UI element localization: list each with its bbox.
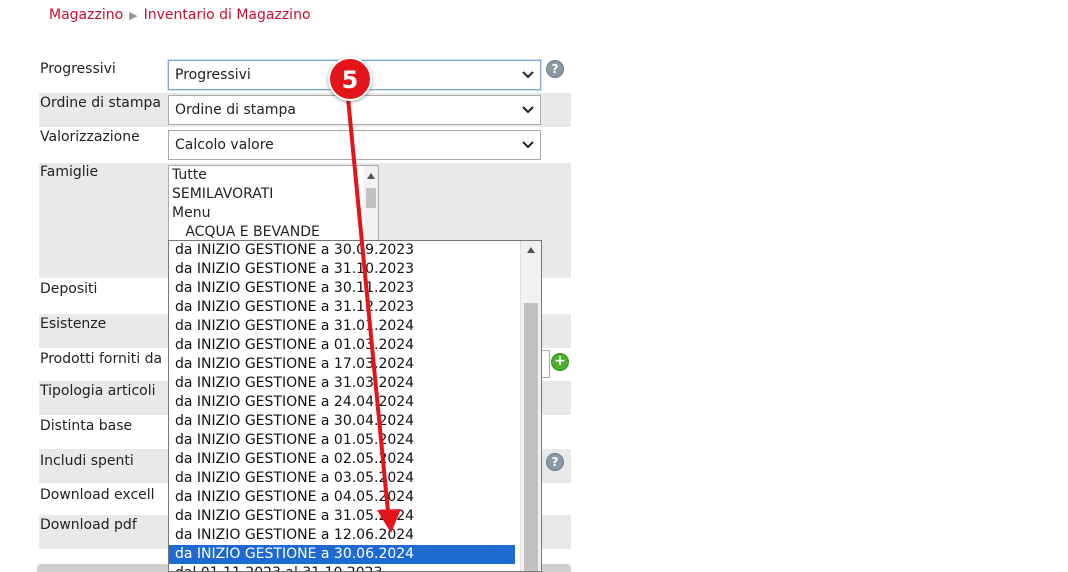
- famiglie-item[interactable]: Tutte: [169, 166, 378, 185]
- valorizzazione-select-value: Calcolo valore: [175, 137, 274, 153]
- dropdown-option[interactable]: da INIZIO GESTIONE a 04.05.2024: [169, 488, 515, 507]
- famiglie-scroll-thumb[interactable]: [366, 188, 376, 208]
- dropdown-option[interactable]: da INIZIO GESTIONE a 31.12.2023: [169, 298, 515, 317]
- famiglie-item[interactable]: Menu: [169, 204, 378, 223]
- add-icon[interactable]: +: [551, 353, 569, 371]
- famiglie-item[interactable]: SEMILAVORATI: [169, 185, 378, 204]
- distinta-label: Distinta base: [40, 418, 133, 434]
- depositi-label: Depositi: [40, 281, 98, 297]
- dropdown-scroll-thumb[interactable]: [524, 303, 538, 571]
- dropdown-option-selected[interactable]: da INIZIO GESTIONE a 30.06.2024: [169, 545, 515, 564]
- scroll-up-icon[interactable]: [527, 247, 535, 253]
- valorizzazione-label: Valorizzazione: [40, 129, 140, 145]
- dropdown-option[interactable]: da INIZIO GESTIONE a 02.05.2024: [169, 450, 515, 469]
- chevron-down-icon: [522, 71, 534, 79]
- dropdown-option[interactable]: da INIZIO GESTIONE a 17.03.2024: [169, 355, 515, 374]
- dropdown-option[interactable]: da INIZIO GESTIONE a 31.10.2023: [169, 260, 515, 279]
- breadcrumb-page[interactable]: Inventario di Magazzino: [144, 7, 311, 23]
- dropdown-option[interactable]: dal 01.11.2023 al 31.10.2023: [169, 564, 515, 571]
- step-number-badge: 5: [328, 57, 372, 101]
- dropdown-option[interactable]: da INIZIO GESTIONE a 24.04.2024: [169, 393, 515, 412]
- dropdown-option[interactable]: da INIZIO GESTIONE a 31.03.2024: [169, 374, 515, 393]
- dropdown-option[interactable]: da INIZIO GESTIONE a 31.05.2024: [169, 507, 515, 526]
- download-pdf-label: Download pdf: [40, 517, 137, 533]
- ordine-select-value: Ordine di stampa: [175, 102, 296, 118]
- famiglie-label: Famiglie: [40, 164, 99, 180]
- chevron-down-icon: [522, 106, 534, 114]
- famiglie-scrollbar[interactable]: [364, 166, 378, 242]
- valorizzazione-select[interactable]: Calcolo valore: [168, 130, 541, 160]
- breadcrumb-section[interactable]: Magazzino: [49, 7, 123, 23]
- download-excel-label: Download excell: [40, 487, 155, 503]
- ordine-label: Ordine di stampa: [40, 95, 161, 111]
- progressivi-dropdown-list[interactable]: da INIZIO GESTIONE a 30.09.2023 da INIZI…: [168, 240, 542, 572]
- dropdown-option[interactable]: da INIZIO GESTIONE a 30.11.2023: [169, 279, 515, 298]
- breadcrumb-separator-icon: ▶: [129, 8, 138, 22]
- prodotti-forniti-field[interactable]: [541, 350, 550, 378]
- dropdown-option[interactable]: da INIZIO GESTIONE a 01.05.2024: [169, 431, 515, 450]
- dropdown-option[interactable]: da INIZIO GESTIONE a 01.03.2024: [169, 336, 515, 355]
- prodotti-forniti-label: Prodotti forniti da: [40, 351, 163, 367]
- chevron-down-icon: [522, 141, 534, 149]
- esistenze-label: Esistenze: [40, 316, 107, 332]
- dropdown-option[interactable]: da INIZIO GESTIONE a 30.09.2023: [169, 241, 515, 260]
- progressivi-label: Progressivi: [40, 61, 116, 77]
- progressivi-select-value: Progressivi: [175, 67, 251, 83]
- help-icon[interactable]: ?: [546, 453, 564, 471]
- dropdown-option[interactable]: da INIZIO GESTIONE a 30.04.2024: [169, 412, 515, 431]
- dropdown-option[interactable]: da INIZIO GESTIONE a 31.01.2024: [169, 317, 515, 336]
- breadcrumb: Magazzino ▶ Inventario di Magazzino: [49, 7, 311, 23]
- includi-spenti-label: Includi spenti: [40, 453, 134, 469]
- dropdown-option[interactable]: da INIZIO GESTIONE a 12.06.2024: [169, 526, 515, 545]
- help-icon[interactable]: ?: [546, 60, 564, 78]
- scroll-up-icon[interactable]: [367, 173, 375, 179]
- tipologia-label: Tipologia articoli: [40, 383, 156, 399]
- dropdown-scrollbar[interactable]: [520, 241, 541, 571]
- dropdown-option[interactable]: da INIZIO GESTIONE a 03.05.2024: [169, 469, 515, 488]
- famiglie-listbox[interactable]: Tutte SEMILAVORATI Menu ACQUA E BEVANDE: [168, 165, 379, 243]
